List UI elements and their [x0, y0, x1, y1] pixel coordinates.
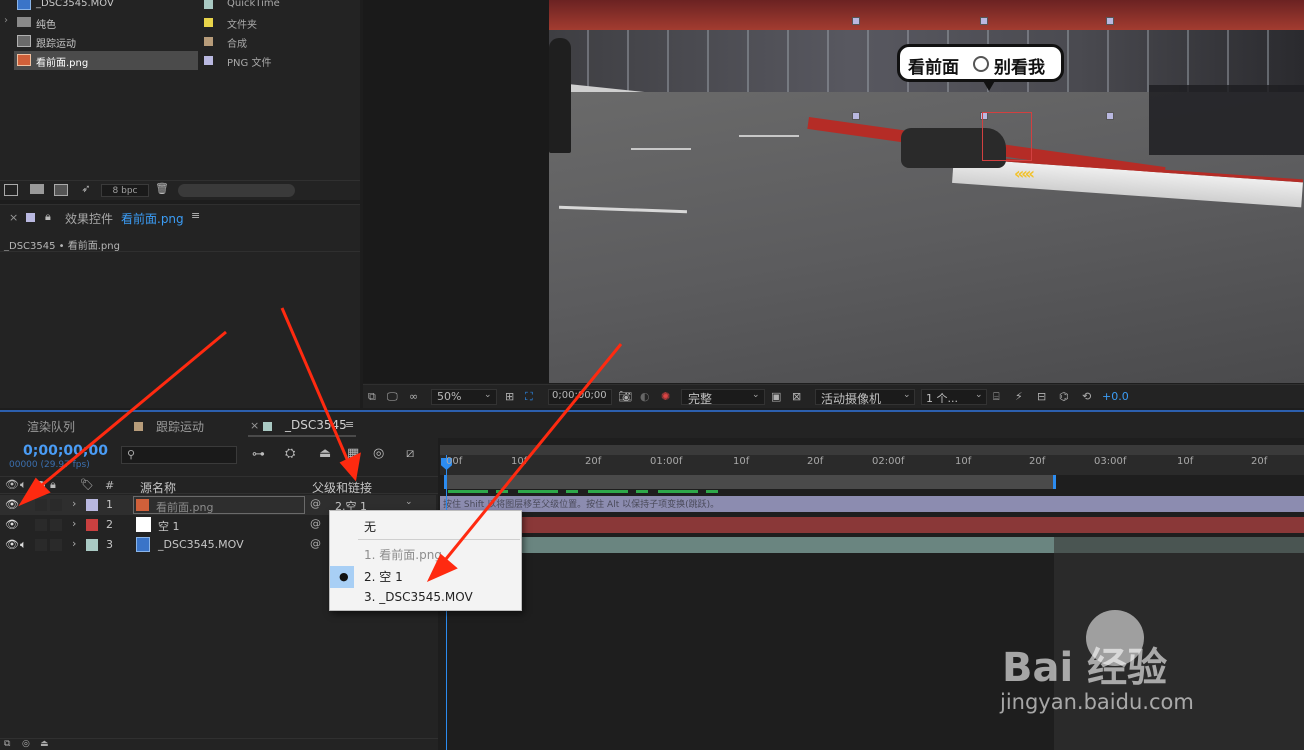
- arrow-line: [29, 330, 227, 497]
- watermark: Bai 经验 jingyan.baidu.com: [1000, 610, 1300, 720]
- watermark-brand: Bai 经验: [1002, 645, 1168, 691]
- arrow-head: [339, 452, 361, 482]
- arrow-line: [435, 343, 623, 571]
- watermark-url: jingyan.baidu.com: [1000, 690, 1194, 714]
- arrow-head: [426, 553, 458, 583]
- arrow-line: [280, 307, 352, 467]
